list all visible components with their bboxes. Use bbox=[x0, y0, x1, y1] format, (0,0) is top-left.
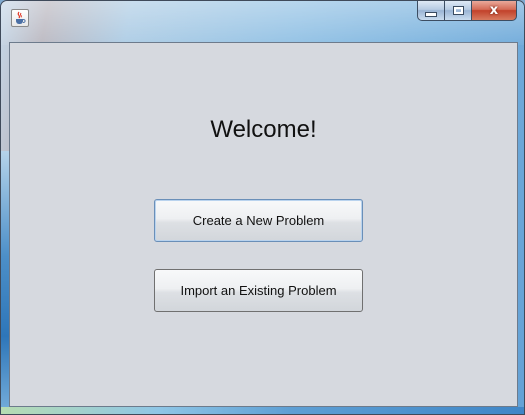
window-frame-bottom-edge bbox=[1, 407, 524, 414]
welcome-panel: Welcome! Create a New Problem Import an … bbox=[9, 42, 518, 407]
minimize-button[interactable] bbox=[417, 1, 444, 21]
java-cup-graphic bbox=[16, 11, 26, 24]
window-controls: x bbox=[417, 1, 517, 21]
import-existing-problem-button[interactable]: Import an Existing Problem bbox=[154, 269, 363, 312]
application-window: x Welcome! Create a New Problem Import a… bbox=[0, 0, 525, 415]
create-new-problem-button[interactable]: Create a New Problem bbox=[154, 199, 363, 242]
maximize-button[interactable] bbox=[444, 1, 471, 21]
welcome-heading: Welcome! bbox=[210, 116, 317, 143]
close-button[interactable]: x bbox=[471, 1, 517, 21]
minimize-icon bbox=[425, 11, 437, 17]
window-frame-left-edge bbox=[1, 151, 9, 414]
maximize-icon bbox=[452, 6, 464, 15]
java-icon[interactable] bbox=[11, 9, 29, 27]
close-icon: x bbox=[489, 3, 499, 18]
